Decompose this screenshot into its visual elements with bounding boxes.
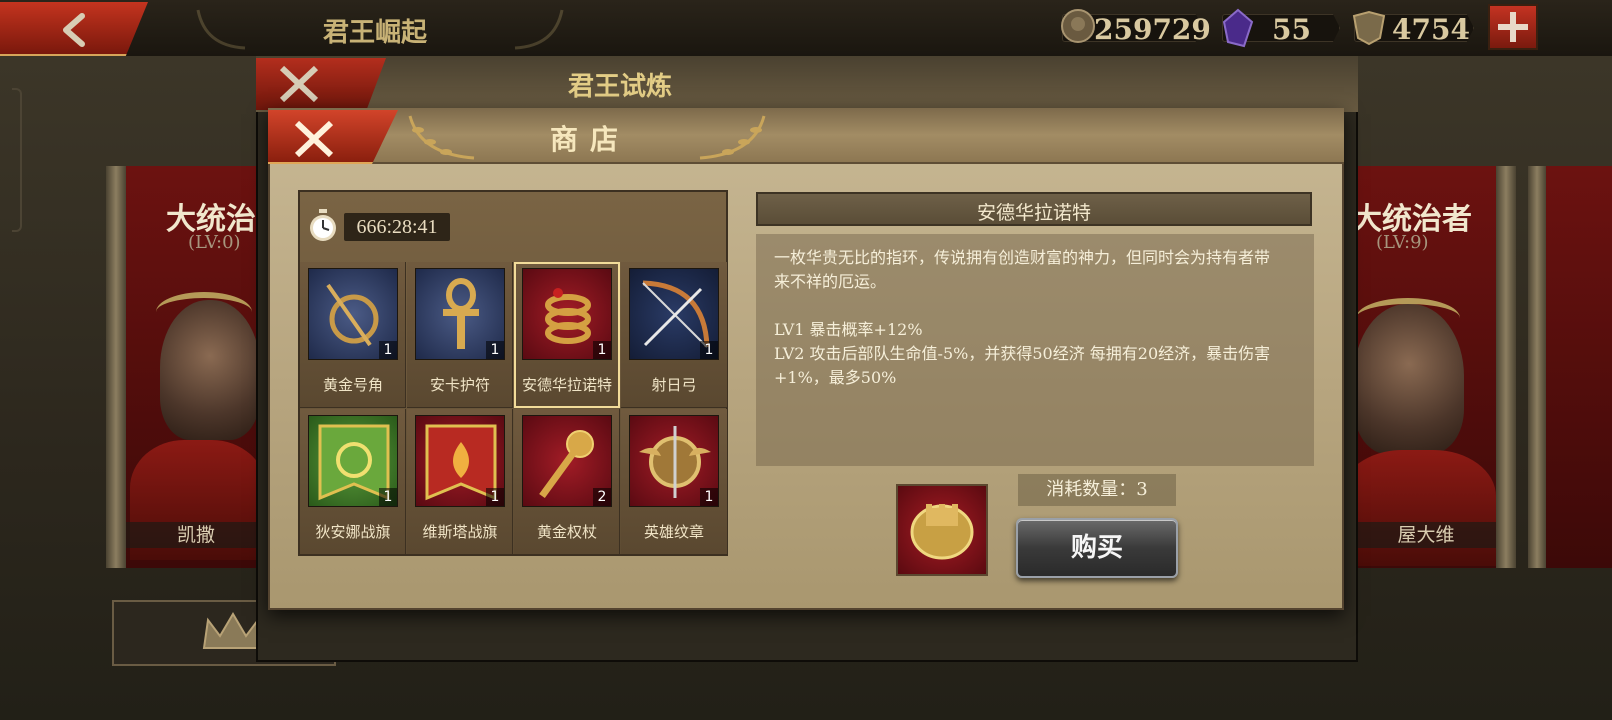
description-line: +1%，最多50% (774, 368, 897, 387)
laurel-right-icon (699, 115, 766, 160)
buy-button[interactable]: 购买 (1016, 518, 1178, 578)
trial-title: 君王试炼 (567, 72, 672, 102)
item-quantity: 1 (379, 488, 397, 506)
item-quantity: 2 (593, 488, 611, 506)
add-resource-button[interactable] (1488, 4, 1538, 50)
purple-gem-icon (1220, 8, 1260, 48)
laurel-right-icon (514, 9, 564, 50)
shop-item-andvaranaut[interactable]: 1 安德华拉诺特 (514, 262, 620, 408)
item-label: 射日弓 (651, 376, 697, 394)
item-quantity: 1 (486, 341, 504, 359)
laurel-crown-icon (1356, 298, 1460, 338)
description-line: LV1 暴击概率+12% (774, 320, 923, 339)
side-tab[interactable] (12, 88, 22, 232)
right-banner-level: (LV:9) (1376, 232, 1429, 253)
item-label: 黄金权杖 (536, 523, 597, 541)
pillar (106, 166, 126, 568)
item-label: 安德华拉诺特 (521, 376, 612, 394)
crest-token-icon (1350, 8, 1390, 48)
laurel-left-icon (408, 115, 475, 160)
item-quantity: 1 (593, 341, 611, 359)
page-title: 君王崛起 (322, 18, 427, 48)
left-banner-level: (LV:0) (188, 232, 241, 253)
plus-icon (1498, 12, 1528, 42)
description-line: LV2 攻击后部队生命值-5%，并获得50经济 每拥有20经济，暴击伤害 (774, 344, 1271, 363)
back-button[interactable] (0, 2, 148, 56)
crest-value: 4754 (1392, 13, 1470, 46)
item-quantity: 1 (486, 488, 504, 506)
item-label: 黄金号角 (322, 376, 383, 394)
description-line: 来不祥的厄运。 (774, 272, 887, 291)
shop-item-diana-banner[interactable]: 1 狄安娜战旗 (300, 409, 406, 555)
shop-title: 商店 (549, 123, 630, 156)
far-right-banner[interactable] (1546, 166, 1612, 568)
gem-value: 55 (1272, 13, 1311, 46)
shop-item-hero-emblem[interactable]: 1 英雄纹章 (621, 409, 728, 555)
shop-timer: 666:28:41 (344, 213, 450, 241)
laurel-crown-icon (156, 292, 252, 332)
shop-item-golden-scepter[interactable]: 2 黄金权杖 (514, 409, 620, 555)
item-label: 维斯塔战旗 (422, 523, 498, 541)
stopwatch-icon (306, 208, 340, 248)
right-hero-name: 屋大维 (1356, 522, 1496, 548)
gold-value: 259729 (1094, 13, 1211, 46)
close-icon (279, 65, 319, 103)
cost-item-slot (896, 484, 988, 576)
shop-item-vesta-banner[interactable]: 1 维斯塔战旗 (407, 409, 513, 555)
pillar (1528, 166, 1546, 568)
close-icon (294, 120, 334, 158)
item-label: 狄安娜战旗 (315, 523, 391, 541)
shop-item-ankh-amulet[interactable]: 1 安卡护符 (407, 262, 513, 408)
pillar (1496, 166, 1516, 568)
item-quantity: 1 (700, 341, 718, 359)
shop-item-golden-horn[interactable]: 1 黄金号角 (300, 262, 406, 408)
trial-header (256, 56, 1358, 112)
trial-close-button[interactable] (256, 58, 386, 110)
chevron-left-icon (63, 13, 85, 47)
item-label: 安卡护符 (429, 376, 490, 394)
left-hero-name: 凯撒 (126, 522, 266, 548)
tower-crest-icon (910, 504, 974, 560)
cost-quantity: 消耗数量：3 (1018, 474, 1176, 506)
item-quantity: 1 (700, 488, 718, 506)
detail-item-name: 安德华拉诺特 (976, 202, 1091, 224)
hero-cloak (1340, 450, 1496, 566)
item-label: 英雄纹章 (643, 523, 704, 541)
laurel-left-icon (196, 9, 246, 50)
shop-item-sun-bow[interactable]: 1 射日弓 (621, 262, 728, 408)
description-line: 一枚华贵无比的指环，传说拥有创造财富的神力，但同时会为持有者带 (774, 248, 1271, 267)
item-quantity: 1 (379, 341, 397, 359)
